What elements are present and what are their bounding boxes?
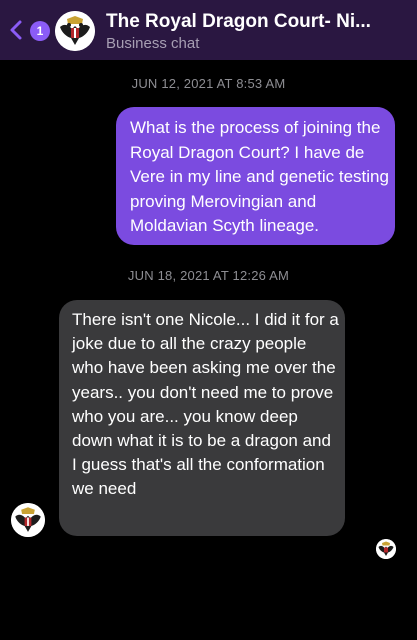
message-text: What is the process of joining the Royal… [130, 118, 389, 235]
incoming-message-bubble[interactable]: There isn't one Nicole... I did it for a… [59, 300, 345, 536]
chat-header: 1 The Royal Dragon Court- Ni... Business… [0, 0, 417, 60]
chat-subtitle: Business chat [106, 35, 200, 52]
back-button[interactable]: 1 [8, 17, 50, 43]
chevron-left-icon [10, 20, 22, 40]
double-headed-eagle-crest-icon [55, 11, 95, 51]
message-timestamp: JUN 12, 2021 AT 8:53 AM [131, 76, 286, 91]
unread-count-badge: 1 [30, 21, 50, 41]
message-timestamp: JUN 18, 2021 AT 12:26 AM [127, 268, 290, 283]
sender-avatar [11, 503, 45, 537]
outgoing-message-bubble[interactable]: What is the process of joining the Royal… [116, 107, 395, 245]
chat-title[interactable]: The Royal Dragon Court- Ni... [106, 11, 411, 33]
read-receipt-avatar [376, 539, 396, 559]
double-headed-eagle-crest-icon [376, 539, 396, 559]
message-text: There isn't one Nicole... I did it for a… [72, 310, 339, 499]
double-headed-eagle-crest-icon [11, 503, 45, 537]
business-avatar[interactable] [55, 11, 95, 51]
